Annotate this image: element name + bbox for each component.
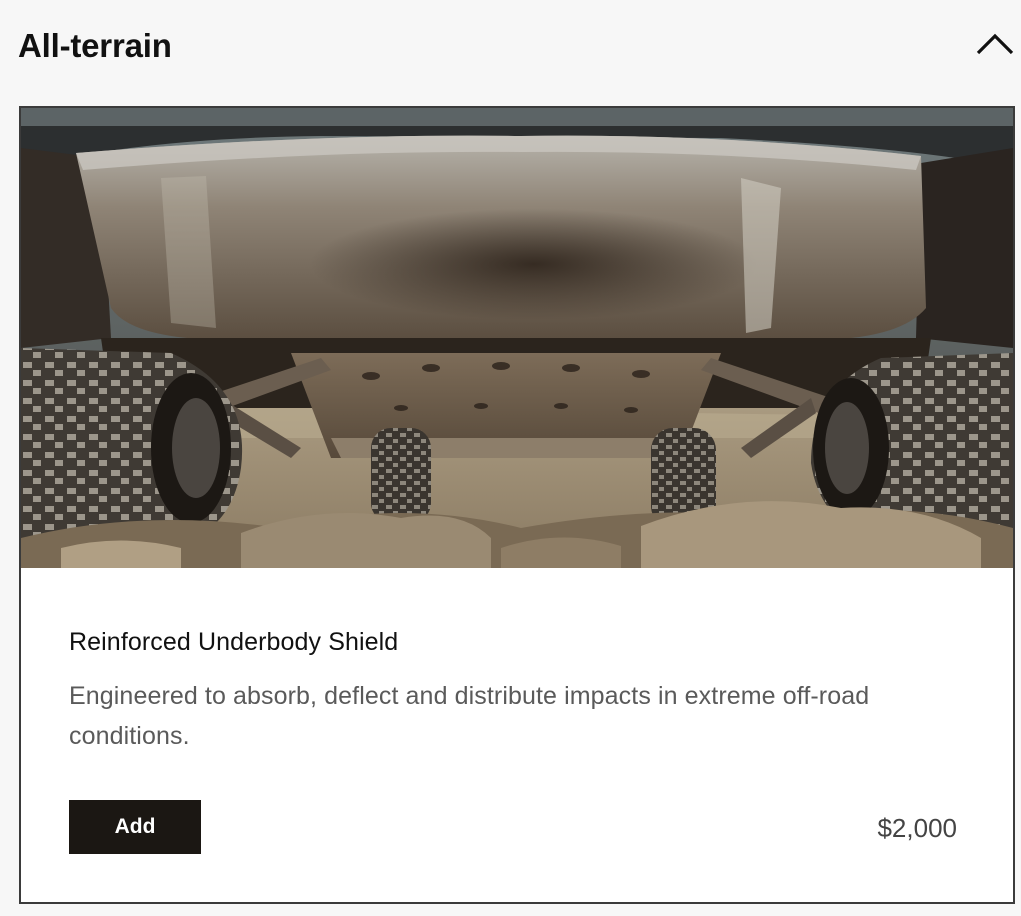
product-details: Reinforced Underbody Shield Engineered t…	[69, 626, 969, 756]
product-title: Reinforced Underbody Shield	[69, 628, 399, 656]
add-button[interactable]: Add	[69, 800, 201, 854]
product-price: $2,000	[877, 813, 957, 843]
product-description: Engineered to absorb, deflect and distri…	[69, 682, 870, 750]
product-card: Reinforced Underbody Shield Engineered t…	[19, 106, 1015, 904]
section-header-all-terrain[interactable]: All-terrain	[0, 0, 1021, 90]
product-image	[21, 108, 1013, 568]
section-title: All-terrain	[18, 26, 172, 64]
chevron-up-icon[interactable]	[975, 25, 1015, 65]
